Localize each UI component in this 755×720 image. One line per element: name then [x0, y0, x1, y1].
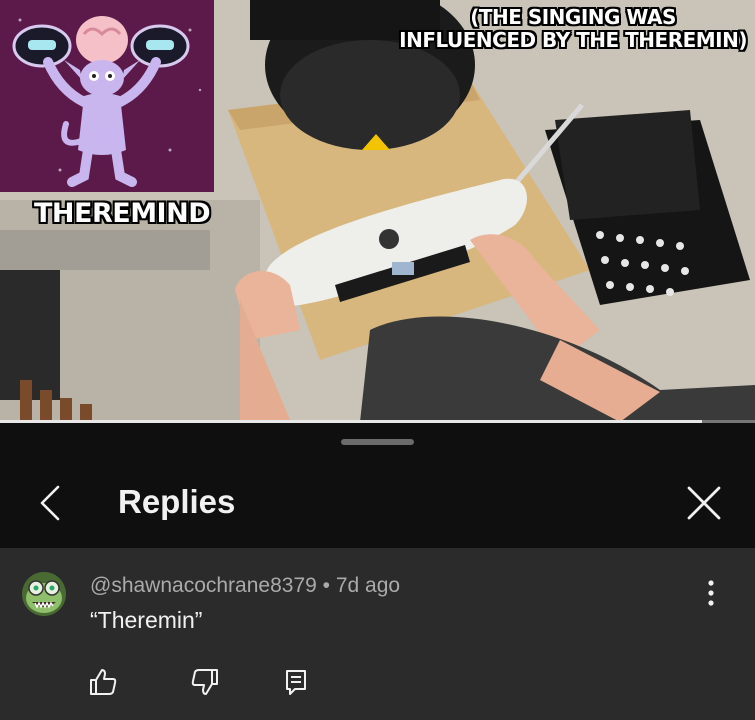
avatar[interactable]: [22, 572, 66, 616]
chevron-left-icon: [40, 485, 60, 521]
drag-handle[interactable]: [341, 439, 414, 445]
back-button[interactable]: [32, 481, 72, 525]
monster-inset: [0, 0, 214, 192]
more-options-button[interactable]: [700, 576, 722, 610]
comment-author[interactable]: @shawnacochrane8379: [90, 574, 317, 597]
replies-panel: Replies @shawnacochrane8379 • 7d ago “Th…: [0, 423, 755, 720]
like-button[interactable]: [86, 665, 120, 699]
reply-button[interactable]: [280, 665, 314, 699]
comment-timestamp[interactable]: 7d ago: [336, 574, 400, 597]
meta-separator: •: [322, 574, 331, 597]
video-caption: (THE SINGING WAS INFLUENCED BY THE THERE…: [399, 6, 747, 52]
dislike-button[interactable]: [188, 665, 222, 699]
comment-text: “Theremin”: [90, 607, 203, 633]
like-icon: [90, 669, 117, 695]
panel-title: Replies: [118, 483, 236, 520]
video-player[interactable]: (THE SINGING WAS INFLUENCED BY THE THERE…: [0, 0, 755, 422]
dislike-icon: [191, 669, 218, 695]
close-icon: [687, 486, 721, 520]
reply-icon: [286, 670, 306, 695]
caption-line: (THE SINGING WAS: [470, 5, 676, 29]
theremind-monster-image: [0, 0, 214, 192]
caption-line: INFLUENCED BY THE THEREMIN): [399, 28, 747, 52]
more-vert-icon: [708, 580, 714, 606]
comment-item: @shawnacochrane8379 • 7d ago “Theremin”: [0, 548, 755, 720]
monster-name-label: THEREMIND: [34, 198, 211, 229]
close-button[interactable]: [682, 481, 726, 525]
avatar-image: [22, 572, 66, 616]
comment-meta: @shawnacochrane8379 • 7d ago: [90, 574, 400, 598]
